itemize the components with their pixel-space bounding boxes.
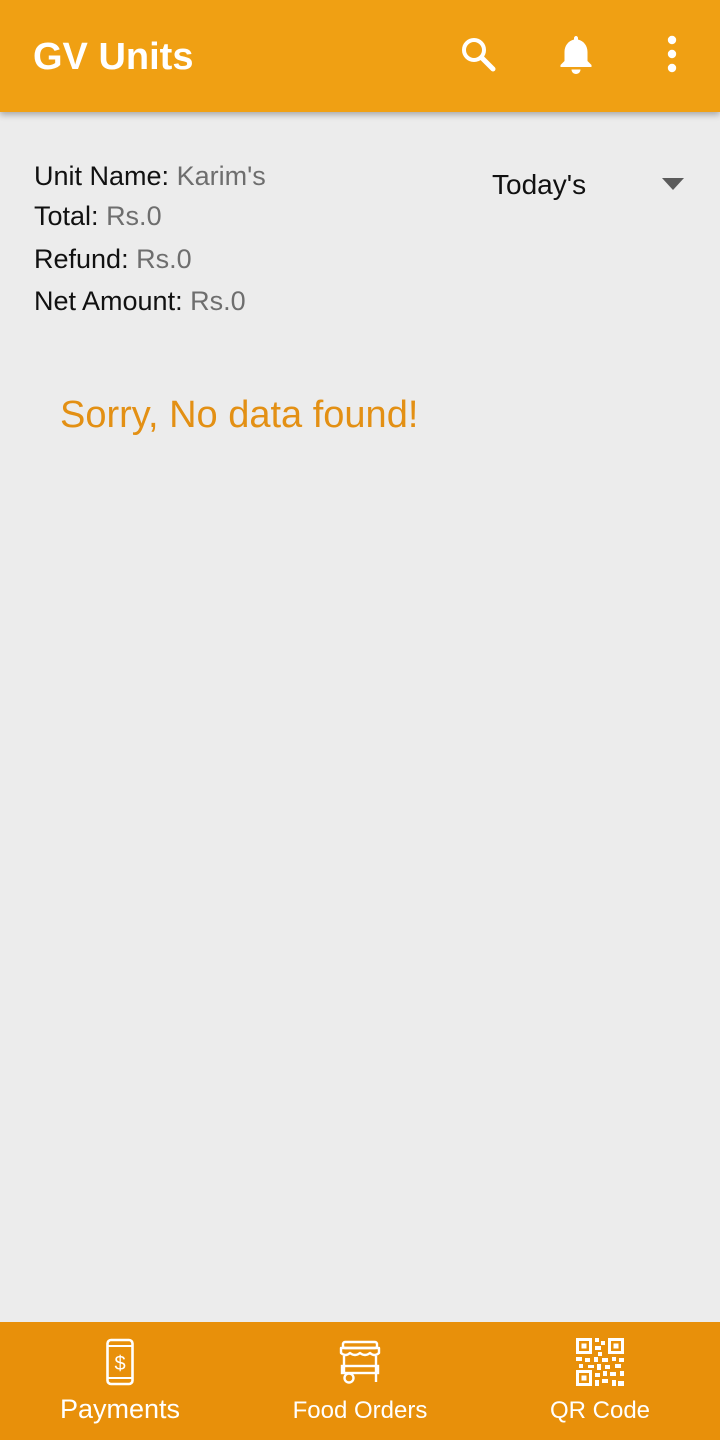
app-bar: GV Units: [0, 0, 720, 112]
qr-code-icon: [576, 1338, 624, 1386]
net-amount-row: Net Amount: Rs.0: [34, 285, 246, 317]
more-vert-icon: [667, 35, 677, 73]
period-selected-value: Today's: [492, 169, 587, 200]
empty-state-message: Sorry, No data found!: [60, 394, 419, 436]
period-dropdown[interactable]: Today's: [492, 166, 688, 206]
nav-item-food-orders[interactable]: Food Orders: [240, 1322, 480, 1440]
nav-item-qr-code[interactable]: QR Code: [480, 1322, 720, 1440]
net-amount-value: Rs.0: [190, 286, 246, 316]
search-icon: [462, 38, 496, 72]
total-row: Total: Rs.0: [34, 200, 162, 232]
refund-label: Refund:: [34, 244, 129, 274]
app-title: GV Units: [33, 36, 194, 78]
search-button[interactable]: [458, 30, 498, 78]
mobile-payment-icon: $: [106, 1338, 134, 1386]
total-value: Rs.0: [106, 201, 162, 231]
bell-icon: [560, 36, 592, 74]
unit-name-value: Karim's: [176, 161, 266, 191]
refund-row: Refund: Rs.0: [34, 243, 192, 275]
unit-name-row: Unit Name: Karim's: [34, 160, 266, 192]
main-content: Unit Name: Karim's Total: Rs.0 Refund: R…: [0, 112, 720, 1322]
more-options-button[interactable]: [652, 30, 692, 78]
nav-item-payments[interactable]: $ Payments: [0, 1322, 240, 1440]
nav-label-payments: Payments: [59, 1394, 181, 1424]
net-amount-label: Net Amount:: [34, 286, 183, 316]
refund-value: Rs.0: [136, 244, 192, 274]
unit-name-label: Unit Name:: [34, 161, 170, 191]
svg-text:$: $: [114, 1353, 125, 1375]
notifications-button[interactable]: [556, 30, 596, 78]
dropdown-arrow-icon: [662, 178, 684, 190]
nav-label-food-orders: Food Orders: [292, 1397, 428, 1424]
total-label: Total:: [34, 201, 99, 231]
bottom-navigation: $ Payments Food Orders QR Code: [0, 1322, 720, 1440]
food-cart-icon: [339, 1340, 381, 1384]
nav-label-qr-code: QR Code: [549, 1397, 651, 1424]
